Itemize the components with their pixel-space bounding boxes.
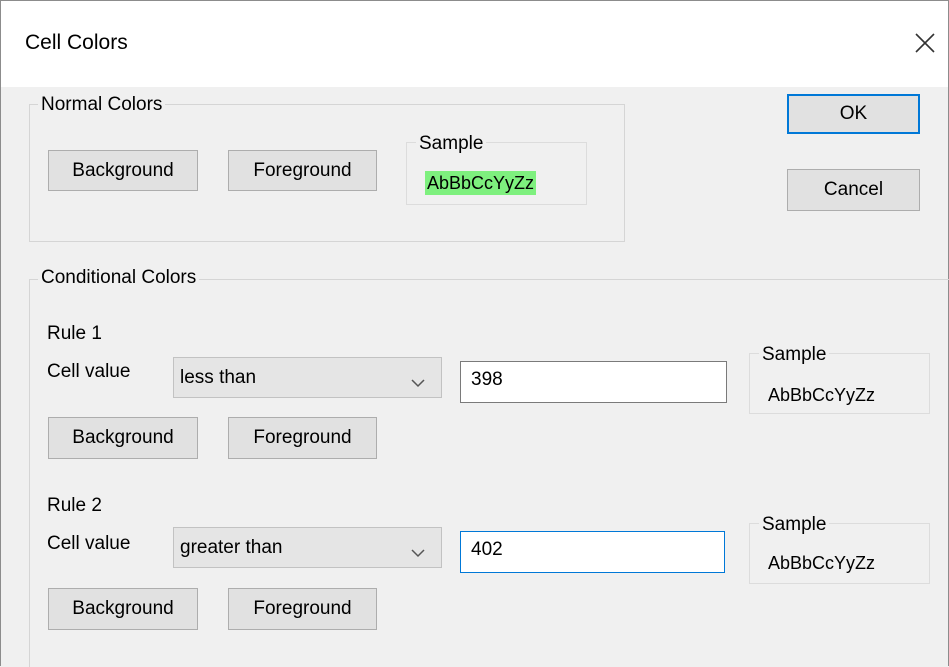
- dialog-title: Cell Colors: [25, 31, 128, 54]
- rule-2-sample-text: AbBbCcYyZz: [768, 553, 876, 573]
- normal-colors-legend: Normal Colors: [38, 94, 166, 116]
- rule-2-operator-value: greater than: [180, 537, 283, 558]
- ok-button[interactable]: OK: [787, 94, 920, 134]
- rule-2-background-button[interactable]: Background: [48, 588, 198, 630]
- rule-1-cell-value-label: Cell value: [47, 361, 131, 382]
- rule-2-cell-value-label: Cell value: [47, 533, 131, 554]
- rule-1-value-input[interactable]: 398: [460, 361, 727, 403]
- cancel-button[interactable]: Cancel: [787, 169, 920, 211]
- rule-2-sample-legend: Sample: [759, 514, 830, 536]
- rule-1-sample-text: AbBbCcYyZz: [768, 385, 876, 405]
- rule-1-title: Rule 1: [47, 323, 102, 344]
- rule-2-value-text: 402: [471, 539, 503, 560]
- title-bar: Cell Colors: [1, 1, 948, 87]
- rule-1-operator-value: less than: [180, 367, 257, 388]
- normal-sample-text: AbBbCcYyZz: [425, 171, 537, 195]
- rule-1-operator-select[interactable]: less than: [173, 357, 442, 398]
- rule-2-operator-select[interactable]: greater than: [173, 527, 442, 568]
- rule-2-value-input[interactable]: 402: [460, 531, 725, 573]
- rule-2-foreground-button[interactable]: Foreground: [228, 588, 377, 630]
- cell-colors-dialog: Cell Colors Normal Colors Background For…: [0, 0, 949, 667]
- rule-1-foreground-button[interactable]: Foreground: [228, 417, 377, 459]
- conditional-colors-legend: Conditional Colors: [38, 267, 200, 289]
- rule-1-sample-legend: Sample: [759, 344, 830, 366]
- chevron-down-icon: [411, 542, 425, 558]
- chevron-down-icon: [411, 372, 425, 388]
- close-icon[interactable]: [914, 32, 936, 54]
- rule-1-background-button[interactable]: Background: [48, 417, 198, 459]
- normal-sample-legend: Sample: [416, 133, 487, 155]
- normal-background-button[interactable]: Background: [48, 150, 198, 191]
- rule-2-title: Rule 2: [47, 495, 102, 516]
- normal-foreground-button[interactable]: Foreground: [228, 150, 377, 191]
- rule-1-value-text: 398: [471, 369, 503, 390]
